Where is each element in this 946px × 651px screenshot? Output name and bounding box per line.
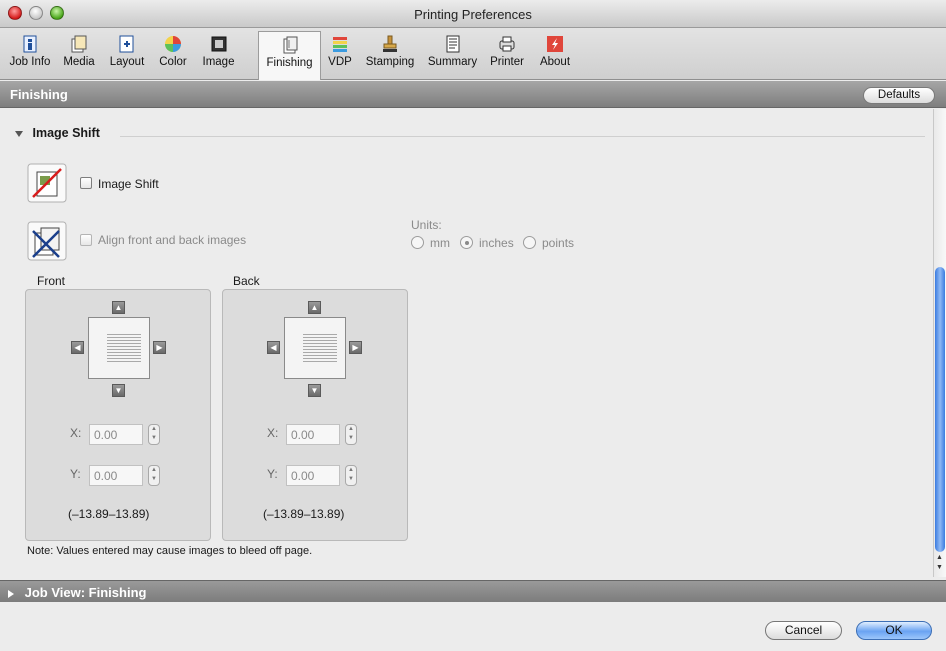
tab-finishing[interactable]: Finishing — [258, 31, 321, 80]
window-title: Printing Preferences — [414, 7, 532, 22]
image-icon — [211, 36, 226, 52]
back-x-label: X: — [267, 426, 279, 440]
defaults-button[interactable]: Defaults — [863, 87, 935, 104]
front-x-stepper[interactable]: ▲ ▼ — [148, 424, 160, 445]
tab-about[interactable]: About — [534, 31, 576, 80]
layout-icon — [119, 35, 134, 53]
front-page-preview — [88, 317, 150, 379]
front-y-stepper[interactable]: ▲ ▼ — [148, 465, 160, 486]
front-range: (–13.89–13.89) — [68, 507, 150, 521]
tab-color[interactable]: Color — [153, 31, 193, 80]
back-shift-left-button[interactable]: ◀ — [267, 341, 280, 354]
front-label: Front — [37, 274, 66, 288]
back-shift-up-button[interactable]: ▲ — [308, 301, 321, 314]
dialog-footer: Cancel OK — [0, 603, 946, 651]
align-front-back-icon — [27, 221, 67, 261]
image-shift-checkbox[interactable] — [80, 177, 92, 189]
front-x-label: X: — [70, 426, 82, 440]
back-x-input[interactable] — [286, 424, 340, 445]
tab-printer[interactable]: Printer — [484, 31, 530, 80]
scrollbar-thumb[interactable] — [935, 267, 945, 552]
front-y-input[interactable] — [89, 465, 143, 486]
front-panel: ▲ ◀ ▶ ▼ X: ▲▼ Y: ▲▼ (–13.89–13.89) — [25, 289, 211, 541]
media-icon — [71, 35, 87, 53]
tab-vdp[interactable]: VDP — [323, 31, 357, 80]
front-shift-left-button[interactable]: ◀ — [71, 341, 84, 354]
scroll-down-arrow-icon[interactable]: ▼ — [936, 564, 943, 571]
disclosure-right-icon — [8, 589, 14, 598]
image-shift-icon — [27, 163, 67, 203]
units-mm-radio[interactable] — [411, 236, 424, 249]
back-x-stepper[interactable]: ▲ ▼ — [345, 424, 357, 445]
color-icon — [165, 36, 181, 52]
front-x-input[interactable] — [89, 424, 143, 445]
job-info-icon — [23, 35, 37, 53]
tab-stamping[interactable]: Stamping — [361, 31, 419, 80]
tab-summary[interactable]: Summary — [424, 31, 481, 80]
cancel-button[interactable]: Cancel — [765, 621, 842, 640]
finishing-icon — [283, 36, 297, 54]
units-points-label: points — [542, 236, 575, 250]
ok-button[interactable]: OK — [856, 621, 932, 640]
image-shift-group-header[interactable]: Image Shift — [15, 126, 100, 140]
image-shift-label: Image Shift — [98, 177, 159, 191]
about-icon — [547, 36, 563, 52]
back-y-label: Y: — [267, 467, 278, 481]
finishing-content: Image Shift Image Shift Align front and … — [0, 109, 933, 577]
job-view-header[interactable]: Job View: Finishing — [0, 580, 946, 602]
printer-icon — [499, 36, 515, 52]
units-points-radio[interactable] — [523, 236, 536, 249]
back-label: Back — [233, 274, 260, 288]
bleed-note: Note: Values entered may cause images to… — [27, 545, 313, 557]
units-inches-radio[interactable] — [460, 236, 473, 249]
back-y-stepper[interactable]: ▲ ▼ — [345, 465, 357, 486]
disclosure-triangle-icon — [15, 130, 23, 137]
front-shift-up-button[interactable]: ▲ — [112, 301, 125, 314]
front-shift-right-button[interactable]: ▶ — [153, 341, 166, 354]
title-bar: Printing Preferences — [0, 0, 946, 28]
units-label: Units: — [411, 218, 442, 232]
back-page-preview — [284, 317, 346, 379]
front-shift-down-button[interactable]: ▼ — [112, 384, 125, 397]
summary-icon — [446, 35, 459, 53]
back-panel: ▲ ◀ ▶ ▼ X: ▲▼ Y: ▲▼ (–13.89–13.89) — [222, 289, 408, 541]
back-shift-down-button[interactable]: ▼ — [308, 384, 321, 397]
tab-media[interactable]: Media — [58, 31, 100, 80]
back-y-input[interactable] — [286, 465, 340, 486]
align-images-label: Align front and back images — [98, 233, 247, 247]
units-mm-label: mm — [430, 236, 450, 250]
vertical-scrollbar[interactable]: ▲ ▼ — [933, 109, 946, 577]
back-range: (–13.89–13.89) — [263, 507, 345, 521]
tab-layout[interactable]: Layout — [103, 31, 151, 80]
tab-image[interactable]: Image — [196, 31, 241, 80]
section-title: Finishing — [10, 87, 68, 102]
section-header: Finishing Defaults — [0, 81, 946, 108]
tab-job-info[interactable]: Job Info — [4, 31, 56, 80]
back-shift-right-button[interactable]: ▶ — [349, 341, 362, 354]
front-y-label: Y: — [70, 467, 81, 481]
align-images-checkbox[interactable] — [80, 234, 92, 246]
scroll-up-arrow-icon[interactable]: ▲ — [936, 554, 943, 561]
toolbar: Job Info Media Layout Color Image Finish… — [0, 28, 946, 80]
group-divider — [120, 136, 925, 137]
vdp-icon — [333, 37, 347, 52]
stamping-icon — [383, 35, 397, 52]
units-inches-label: inches — [479, 236, 514, 250]
